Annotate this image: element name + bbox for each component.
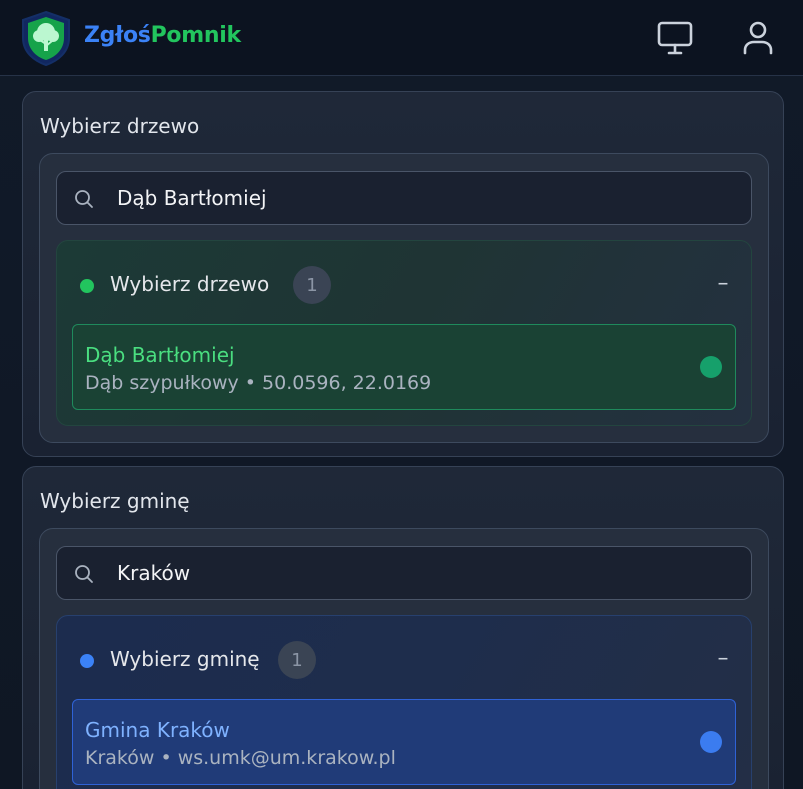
gmina-group-label: Wybierz gminę: [110, 647, 260, 671]
tree-results-group: Wybierz drzewo 1 – Dąb Bartłomiej Dąb sz…: [56, 240, 752, 426]
brand-name[interactable]: ZgłośPomnik: [84, 23, 241, 48]
brand-part-2: Pomnik: [150, 23, 242, 48]
tree-section-title: Wybierz drzewo: [40, 114, 200, 138]
gmina-section-title: Wybierz gminę: [40, 489, 190, 513]
gmina-search-box: [56, 546, 752, 600]
tree-section: Wybierz drzewo Wybierz drzewo 1 – Dąb Ba…: [22, 91, 784, 457]
monitor-icon: [657, 21, 693, 55]
top-bar: ZgłośPomnik: [0, 0, 803, 76]
tree-count-badge: 1: [293, 266, 331, 304]
collapse-icon[interactable]: –: [712, 646, 734, 672]
gmina-group-header[interactable]: Wybierz gminę 1 –: [57, 616, 751, 702]
gmina-option-subtitle: Kraków • ws.umk@um.krakow.pl: [85, 747, 396, 769]
tree-option-subtitle: Dąb szypułkowy • 50.0596, 22.0169: [85, 372, 432, 394]
gmina-option-item[interactable]: Gmina Kraków Kraków • ws.umk@um.krakow.p…: [72, 699, 736, 785]
search-icon: [75, 565, 93, 583]
gmina-section: Wybierz gminę Wybierz gminę 1 – Gmina Kr…: [22, 466, 784, 789]
collapse-icon[interactable]: –: [712, 271, 734, 297]
tree-search-input[interactable]: [117, 172, 737, 224]
shield-tree-logo-icon[interactable]: [20, 10, 72, 67]
user-icon: [743, 21, 773, 55]
gmina-results-group: Wybierz gminę 1 – Gmina Kraków Kraków • …: [56, 615, 752, 789]
app-root: ZgłośPomnik Wybierz drzewo Dąb Bartłomie…: [0, 0, 803, 789]
selected-indicator-icon: [700, 731, 722, 753]
tree-option-title: Dąb Bartłomiej: [85, 343, 235, 367]
tree-search-box: [56, 171, 752, 225]
search-icon: [75, 190, 93, 208]
selected-indicator-icon: [700, 356, 722, 378]
status-dot-icon: [80, 654, 94, 668]
user-account-button[interactable]: [738, 18, 778, 58]
gmina-option-title: Gmina Kraków: [85, 718, 230, 742]
brand-part-1: Zgłoś: [84, 23, 151, 48]
tree-option-item[interactable]: Dąb Bartłomiej Dąb szypułkowy • 50.0596,…: [72, 324, 736, 410]
tree-group-header[interactable]: Wybierz drzewo 1 –: [57, 241, 751, 327]
gmina-picker-panel: Wybierz gminę 1 – Gmina Kraków Kraków • …: [39, 528, 769, 789]
tree-picker-panel: Wybierz drzewo 1 – Dąb Bartłomiej Dąb sz…: [39, 153, 769, 443]
status-dot-icon: [80, 279, 94, 293]
monitor-button[interactable]: [655, 18, 695, 58]
tree-group-label: Wybierz drzewo: [110, 272, 270, 296]
gmina-count-badge: 1: [278, 641, 316, 679]
gmina-search-input[interactable]: [117, 547, 737, 599]
